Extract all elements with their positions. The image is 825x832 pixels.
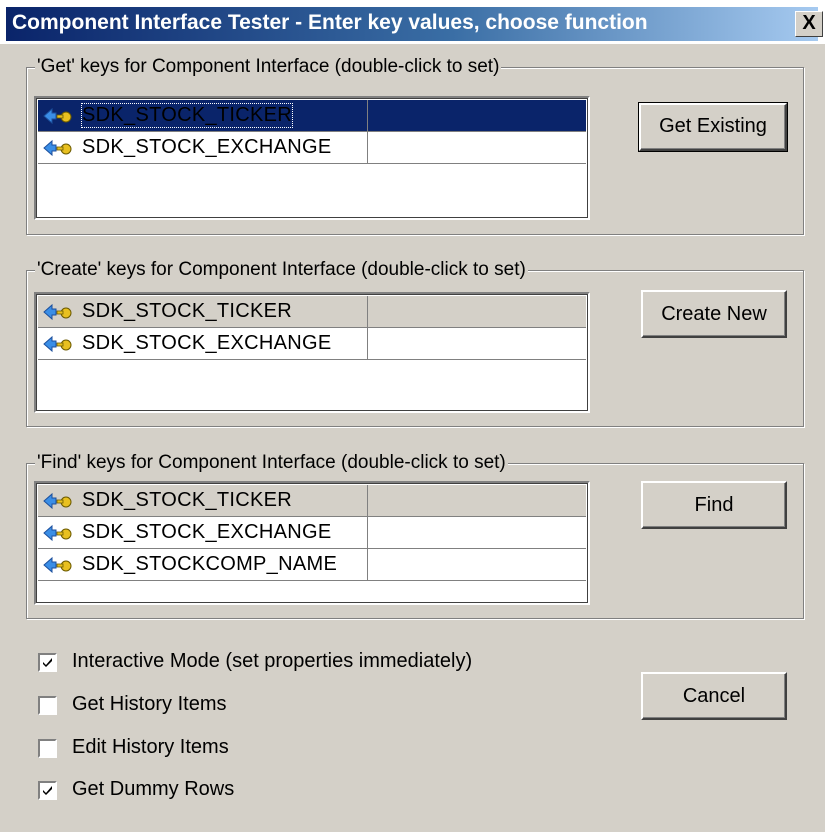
title-bar: Component Interface Tester - Enter key v…	[0, 0, 825, 44]
cancel-button[interactable]: Cancel	[641, 672, 787, 720]
find-label: Find	[694, 494, 734, 516]
checkmark-icon	[43, 786, 52, 795]
interactive-mode-checkbox[interactable]	[38, 653, 57, 672]
get-dummy-rows-checkbox[interactable]	[38, 781, 57, 800]
key-icon	[43, 107, 72, 125]
key-name-label: SDK_STOCK_EXCHANGE	[82, 136, 332, 158]
get-history-items-checkbox[interactable]	[38, 696, 57, 715]
key-icon	[43, 303, 72, 321]
key-icon	[43, 335, 72, 353]
list-item[interactable]: SDK_STOCK_EXCHANGE	[38, 517, 586, 549]
get-existing-label: Get Existing	[659, 115, 767, 137]
checkmark-icon	[43, 658, 52, 667]
key-name-label: SDK_STOCK_EXCHANGE	[82, 332, 332, 354]
key-name-label: SDK_STOCK_TICKER	[82, 300, 293, 322]
key-value-cell	[368, 132, 586, 164]
get-keys-list[interactable]: SDK_STOCK_TICKER SDK_STOCK_EXCHANGE	[34, 96, 590, 220]
key-name-label: SDK_STOCKCOMP_NAME	[82, 553, 338, 575]
create-keys-list[interactable]: SDK_STOCK_TICKER SDK_STOCK_EXCHANGE	[34, 292, 590, 413]
key-icon	[43, 556, 72, 574]
close-button[interactable]: X	[795, 11, 823, 37]
list-item[interactable]: SDK_STOCKCOMP_NAME	[38, 549, 586, 581]
list-item[interactable]: SDK_STOCK_TICKER	[38, 485, 586, 517]
key-name-label: SDK_STOCK_TICKER	[80, 103, 294, 128]
key-icon	[43, 492, 72, 510]
key-icon	[43, 139, 72, 157]
list-item[interactable]: SDK_STOCK_TICKER	[38, 296, 586, 328]
get-keys-legend: 'Get' keys for Component Interface (doub…	[35, 56, 502, 78]
get-history-items-label: Get History Items	[72, 693, 227, 715]
key-icon	[43, 524, 72, 542]
find-button[interactable]: Find	[641, 481, 787, 529]
close-icon[interactable]: X	[802, 12, 815, 34]
key-name-label: SDK_STOCK_EXCHANGE	[82, 521, 332, 543]
interactive-mode-label: Interactive Mode (set properties immedia…	[72, 650, 473, 672]
create-new-label: Create New	[661, 303, 767, 325]
find-keys-list[interactable]: SDK_STOCK_TICKER SDK_STOCK_EXCHANGE SDK_…	[34, 481, 590, 605]
create-keys-legend: 'Create' keys for Component Interface (d…	[35, 259, 528, 281]
get-existing-button[interactable]: Get Existing	[638, 102, 788, 152]
key-value-cell	[368, 549, 586, 581]
key-name-label: SDK_STOCK_TICKER	[82, 489, 293, 511]
find-keys-legend: 'Find' keys for Component Interface (dou…	[35, 452, 508, 474]
list-item[interactable]: SDK_STOCK_EXCHANGE	[38, 132, 586, 164]
key-value-cell	[368, 296, 586, 328]
list-item[interactable]: SDK_STOCK_TICKER	[38, 100, 586, 132]
key-value-cell	[368, 485, 586, 517]
edit-history-items-label: Edit History Items	[72, 736, 229, 758]
key-value-cell	[368, 100, 586, 132]
key-value-cell	[368, 517, 586, 549]
get-dummy-rows-label: Get Dummy Rows	[72, 778, 235, 800]
key-value-cell	[368, 328, 586, 360]
list-item[interactable]: SDK_STOCK_EXCHANGE	[38, 328, 586, 360]
create-new-button[interactable]: Create New	[641, 290, 787, 338]
edit-history-items-checkbox[interactable]	[38, 739, 57, 758]
window-title: Component Interface Tester - Enter key v…	[12, 11, 648, 34]
cancel-label: Cancel	[682, 685, 746, 707]
